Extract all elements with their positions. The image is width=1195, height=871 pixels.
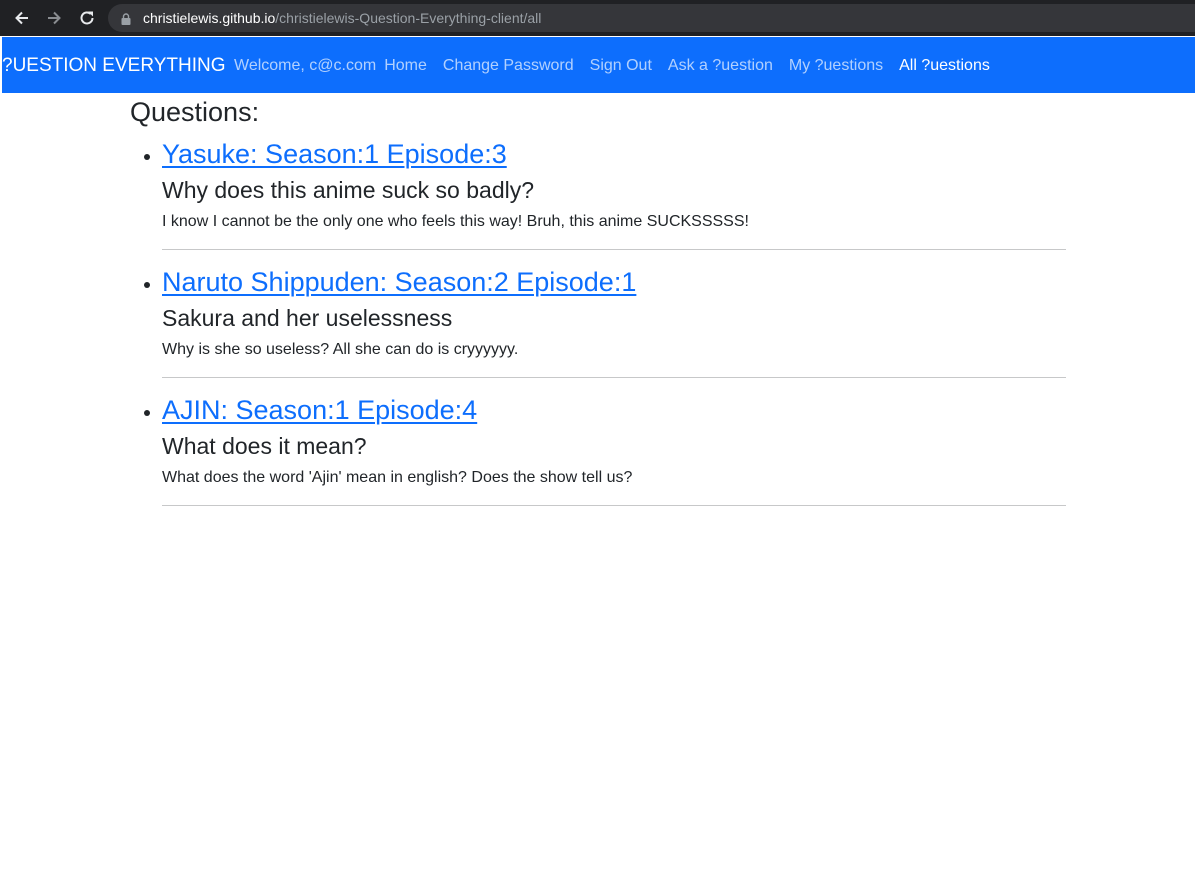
question-show-link[interactable]: Yasuke: Season:1 Episode:3 <box>162 138 507 170</box>
question-item: AJIN: Season:1 Episode:4 What does it me… <box>144 378 1066 506</box>
question-title: What does it mean? <box>162 433 367 459</box>
question-item: Yasuke: Season:1 Episode:3 Why does this… <box>144 128 1066 250</box>
question-show-link[interactable]: Naruto Shippuden: Season:2 Episode:1 <box>162 266 636 298</box>
url-text[interactable]: christielewis.github.io/christielewis-Qu… <box>143 10 541 26</box>
forward-arrow-icon[interactable] <box>44 8 64 28</box>
question-title: Sakura and her uselessness <box>162 305 453 331</box>
bullet-icon <box>144 410 150 416</box>
bullet-icon <box>144 282 150 288</box>
question-body: Why is she so useless? All she can do is… <box>162 341 519 358</box>
question-body: What does the word 'Ajin' mean in englis… <box>162 469 633 486</box>
nav-link-my-questions[interactable]: My ?uestions <box>789 56 883 76</box>
url-host: christielewis.github.io <box>143 10 276 26</box>
address-bar[interactable]: christielewis.github.io/christielewis-Qu… <box>108 4 1195 32</box>
lock-icon <box>121 12 131 25</box>
nav-link-ask-question[interactable]: Ask a ?uestion <box>668 56 773 76</box>
nav-link-all-questions[interactable]: All ?uestions <box>899 56 990 76</box>
url-path: /christielewis-Question-Everything-clien… <box>275 10 542 26</box>
question-title: Why does this anime suck so badly? <box>162 177 535 203</box>
question-item: Naruto Shippuden: Season:2 Episode:1 Sak… <box>144 250 1066 378</box>
reload-icon[interactable] <box>77 8 97 28</box>
brand-title[interactable]: ?UESTION EVERYTHING <box>2 55 225 77</box>
site-navbar: ?UESTION EVERYTHING Welcome, c@c.com Hom… <box>2 37 1195 93</box>
questions-list: Yasuke: Season:1 Episode:3 Why does this… <box>130 128 1066 506</box>
back-arrow-icon[interactable] <box>12 8 32 28</box>
main-content: Questions: Yasuke: Season:1 Episode:3 Wh… <box>130 93 1066 506</box>
nav-links: Welcome, c@c.com Home Change Password Si… <box>234 56 1006 76</box>
page-title: Questions: <box>130 97 260 127</box>
divider <box>162 505 1066 506</box>
nav-link-change-password[interactable]: Change Password <box>443 56 574 76</box>
question-show-link[interactable]: AJIN: Season:1 Episode:4 <box>162 394 477 426</box>
welcome-text: Welcome, c@c.com <box>234 57 377 74</box>
question-body: I know I cannot be the only one who feel… <box>162 213 749 230</box>
nav-link-sign-out[interactable]: Sign Out <box>590 56 652 76</box>
bullet-icon <box>144 154 150 160</box>
nav-link-home[interactable]: Home <box>384 56 427 76</box>
browser-toolbar: christielewis.github.io/christielewis-Qu… <box>0 0 1195 36</box>
